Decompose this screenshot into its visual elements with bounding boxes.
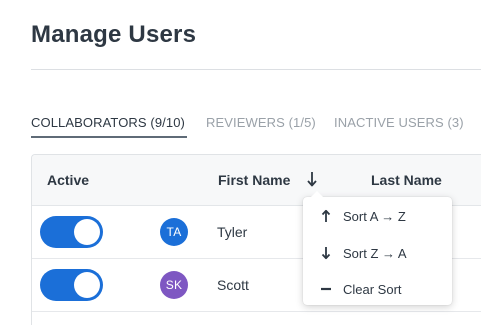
active-toggle[interactable] <box>40 269 103 301</box>
dropdown-caret <box>311 191 323 197</box>
arrow-up-icon <box>321 209 331 222</box>
column-header-first-name[interactable]: First Name <box>218 172 290 188</box>
title-divider <box>31 69 481 70</box>
sort-ascending-label: Sort A → Z <box>343 209 406 224</box>
clear-sort-label: Clear Sort <box>343 282 402 297</box>
page-title: Manage Users <box>31 21 197 48</box>
avatar: SK <box>160 271 188 299</box>
active-toggle[interactable] <box>40 216 103 248</box>
tab-reviewers[interactable]: REVIEWERS (1/5) <box>206 115 316 130</box>
tab-collaborators[interactable]: COLLABORATORS (9/10) <box>31 115 185 130</box>
tab-inactive-users[interactable]: INACTIVE USERS (3) <box>334 115 464 130</box>
sort-ascending-item[interactable]: Sort A → Z <box>303 199 452 233</box>
column-header-active: Active <box>47 172 90 188</box>
arrow-down-icon <box>321 247 331 260</box>
clear-sort-item[interactable]: Clear Sort <box>303 272 452 306</box>
sort-descending-label: Sort Z → A <box>343 246 407 261</box>
active-tab-underline <box>31 136 187 138</box>
avatar: TA <box>160 218 188 246</box>
toggle-knob <box>74 272 100 298</box>
minus-icon <box>321 287 331 291</box>
sort-dropdown-menu: Sort A → Z Sort Z → A Clear Sort <box>303 191 452 306</box>
first-name-cell: Tyler <box>217 224 248 240</box>
arrow-down-icon[interactable] <box>306 170 318 188</box>
column-header-last-name[interactable]: Last Name <box>371 172 442 188</box>
sort-descending-item[interactable]: Sort Z → A <box>303 236 452 270</box>
first-name-cell: Scott <box>217 277 249 293</box>
toggle-knob <box>74 219 100 245</box>
